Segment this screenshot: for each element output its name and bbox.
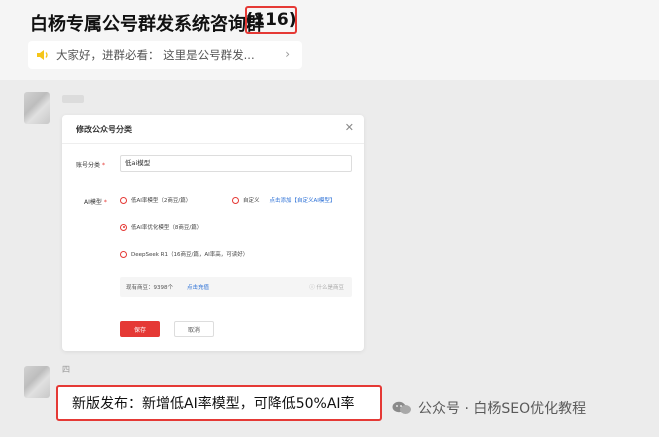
chevron-right-icon: › <box>285 47 290 61</box>
radio-button[interactable] <box>232 196 239 204</box>
dialog-title: 修改公众号分类 <box>76 125 132 134</box>
wechat-icon <box>392 401 412 415</box>
radio-low-ai[interactable]: 低AI率模型（2商豆/篇） <box>120 196 191 204</box>
cancel-button[interactable]: 取消 <box>174 321 214 337</box>
dialog-divider <box>62 143 364 144</box>
close-icon[interactable]: ✕ <box>345 121 354 134</box>
radio-button-checked[interactable] <box>120 223 127 231</box>
announcement-message: 新版发布：新增低AI率模型，可降低50%AI率 <box>56 385 382 421</box>
speaker-icon <box>36 49 50 61</box>
save-button[interactable]: 保存 <box>120 321 160 337</box>
radio-button[interactable] <box>120 196 127 204</box>
radio-custom[interactable]: 自定义 点击添加【自定义AI模型】 <box>232 196 335 204</box>
radio-button[interactable] <box>120 250 127 258</box>
recharge-link[interactable]: 点击充值 <box>187 283 209 291</box>
edit-category-dialog: 修改公众号分类 ✕ 账号分类 * 低ai模型 AI模型 * 低AI率模型（2商豆/篇… <box>62 115 364 351</box>
notice-text: 大家好，进群必看： 这里是公号群发... <box>56 48 255 62</box>
group-notice-bar[interactable]: 大家好，进群必看： 这里是公号群发... › <box>28 41 302 69</box>
watermark-text: 公众号 · 白杨SEO优化教程 <box>418 401 587 417</box>
chat-header: 白杨专属公号群发系统咨询群 (116) 大家好，进群必看： 这里是公号群发...… <box>0 0 659 80</box>
group-title: 白杨专属公号群发系统咨询群 <box>30 14 264 35</box>
avatar[interactable] <box>24 92 50 124</box>
account-category-input[interactable]: 低ai模型 <box>120 155 352 172</box>
what-is-bean-link[interactable]: ⓘ 什么是商豆 <box>309 283 344 291</box>
member-count-badge: (116) <box>245 6 297 34</box>
ai-model-label: AI模型 * <box>84 199 107 206</box>
account-category-label: 账号分类 * <box>76 162 106 169</box>
sender-name-blurred <box>62 95 84 103</box>
balance-bar: 现有商豆：9398个 点击充值 ⓘ 什么是商豆 <box>120 277 352 297</box>
radio-deepseek[interactable]: DeepSeek R1（16商豆/篇，AI率高，可读好） <box>120 250 248 258</box>
sender-name: 四 <box>62 365 70 374</box>
watermark: 公众号 · 白杨SEO优化教程 <box>392 398 586 418</box>
balance-text: 现有商豆：9398个 <box>126 285 173 291</box>
radio-low-ai-optimized[interactable]: 低AI率优化模型（8商豆/篇） <box>120 223 202 231</box>
add-custom-model-link[interactable]: 点击添加【自定义AI模型】 <box>270 196 336 204</box>
avatar[interactable] <box>24 366 50 398</box>
